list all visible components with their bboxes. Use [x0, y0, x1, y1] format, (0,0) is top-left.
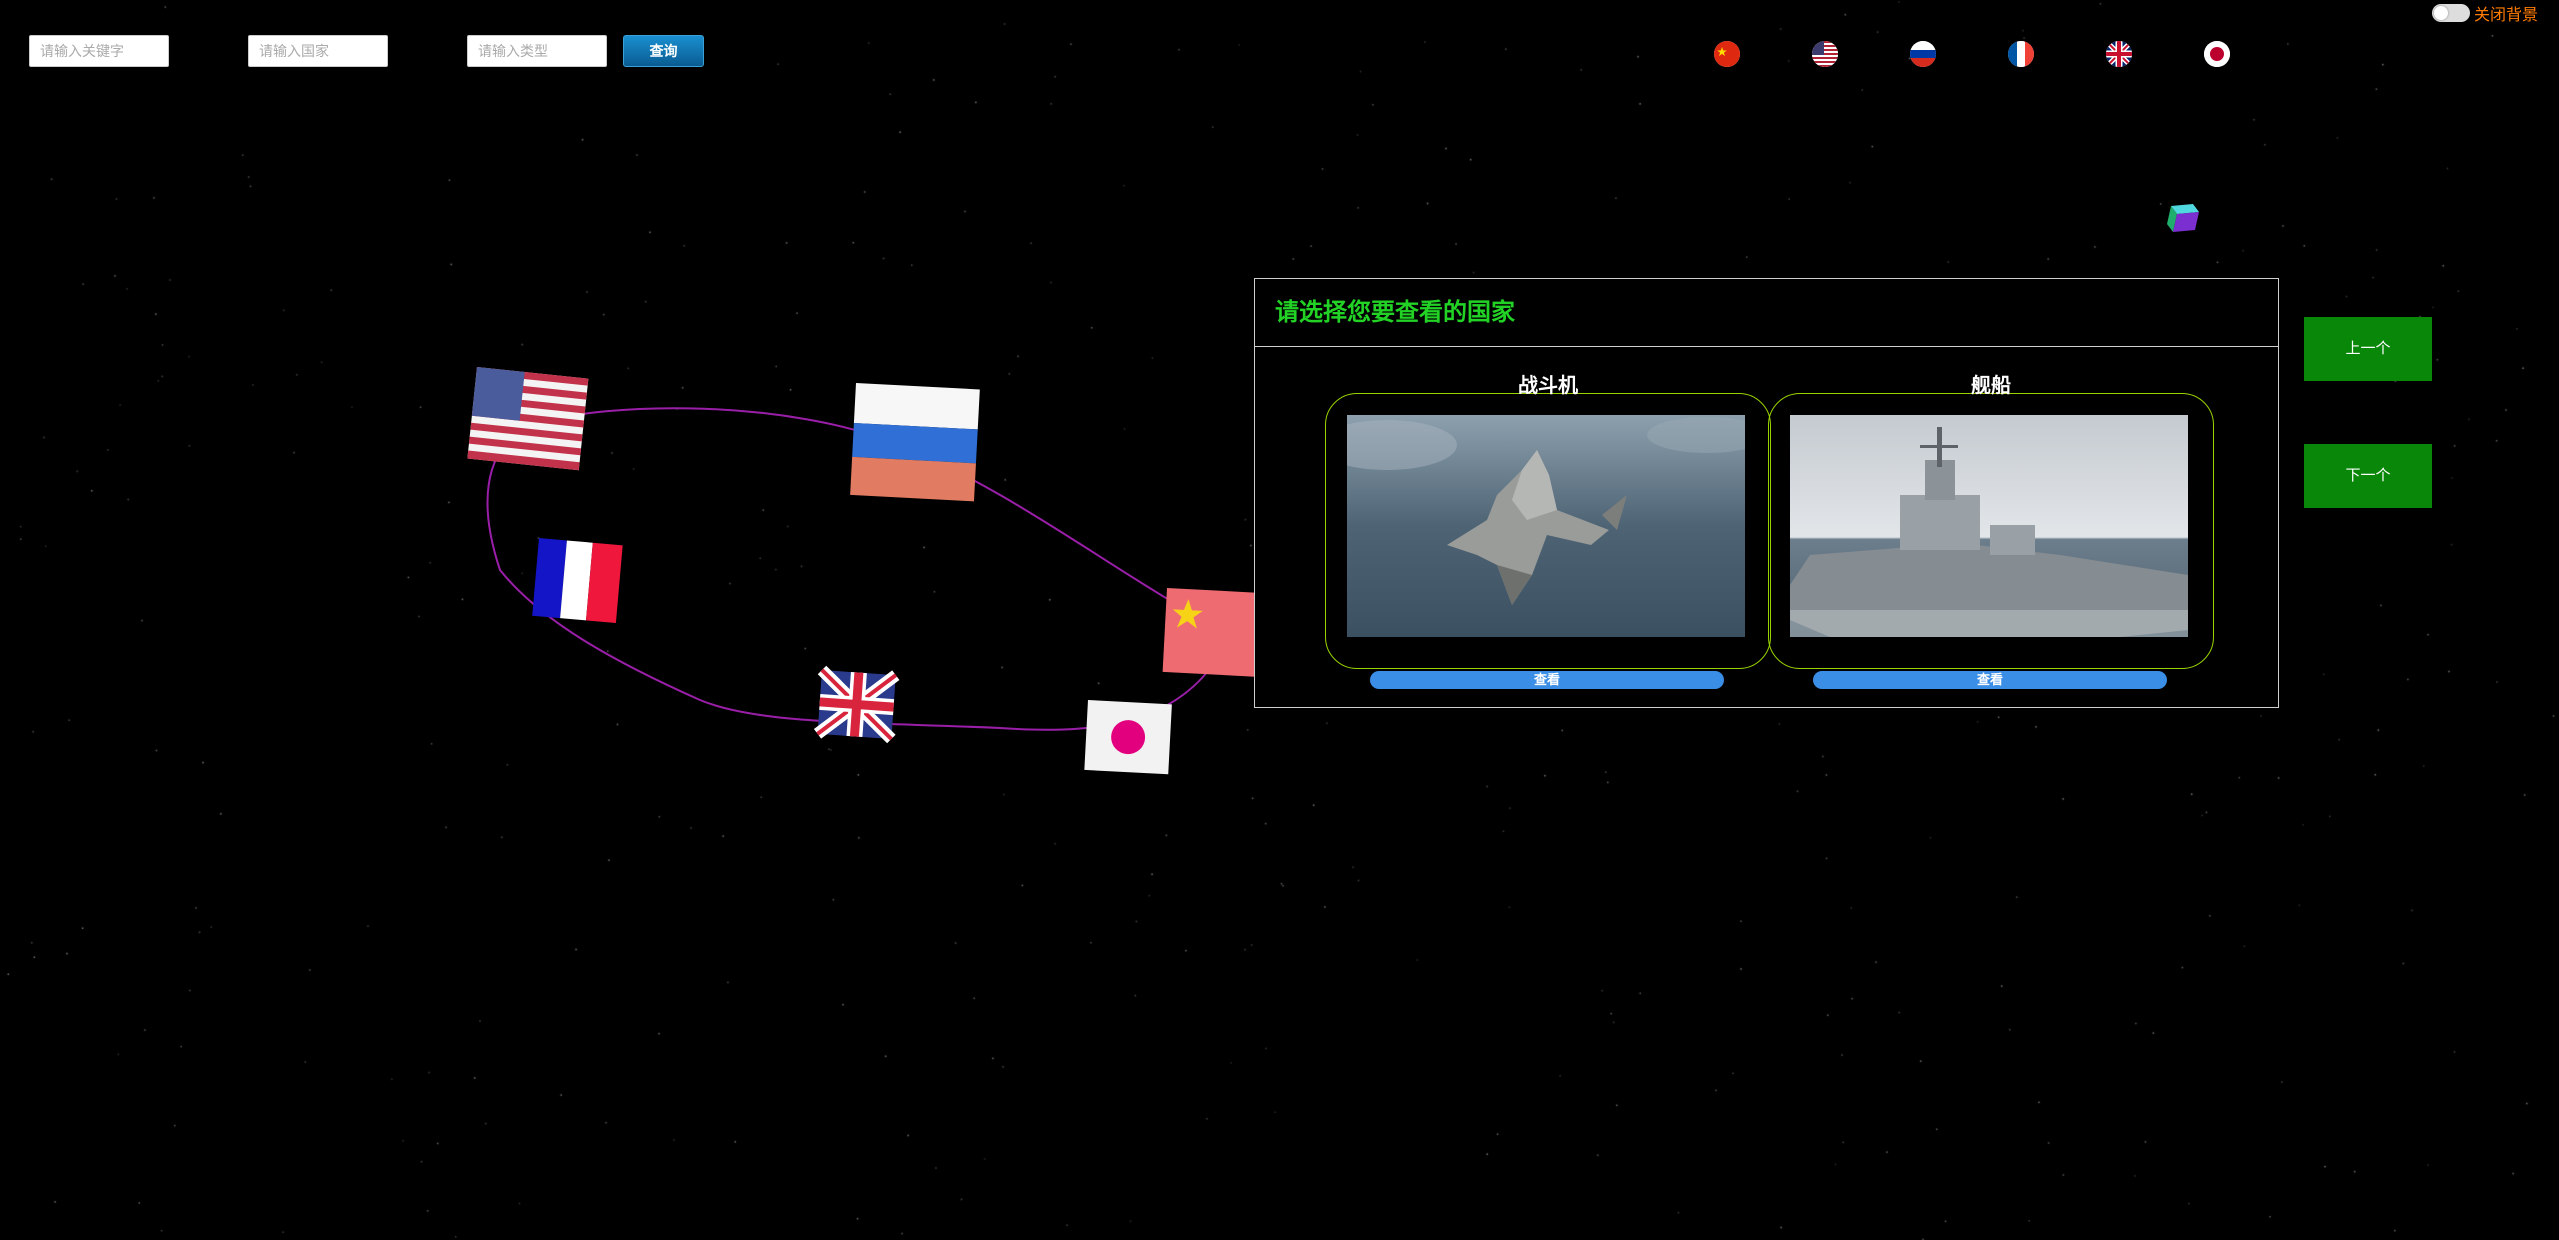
background-toggle[interactable]: 关闭背景 [2432, 3, 2539, 24]
orbit-flag-russia[interactable] [850, 383, 980, 502]
country-search-input[interactable] [248, 35, 388, 67]
prev-button[interactable]: 上一个 [2304, 317, 2432, 381]
warship-image[interactable] [1790, 415, 2188, 637]
fighter-jet-image[interactable] [1347, 415, 1745, 637]
card-title: 舰船 [1971, 375, 2011, 397]
query-button[interactable]: 查询 [623, 35, 704, 67]
toggle-label: 关闭背景 [2474, 7, 2539, 24]
japan-flag-icon[interactable] [2204, 41, 2230, 67]
keyword-search-input[interactable] [29, 35, 169, 67]
china-flag-icon[interactable] [1714, 41, 1740, 67]
orbit-flag-uk[interactable] [813, 665, 900, 744]
fighter-jet-card[interactable]: 战斗机 查看 [1325, 375, 1771, 689]
next-button[interactable]: 下一个 [2304, 444, 2432, 508]
toggle-knob [2434, 6, 2448, 20]
toggle-switch[interactable] [2432, 4, 2470, 22]
orbit-flag-france[interactable] [532, 538, 623, 624]
card-title: 战斗机 [1518, 375, 1578, 397]
flag-orbit-scene[interactable] [460, 330, 1290, 790]
uk-flag-icon[interactable] [2106, 41, 2132, 67]
country-panel: 请选择您要查看的国家 战斗机 查看 舰船 查看 [1254, 278, 2279, 708]
type-search-input[interactable] [467, 35, 607, 67]
panel-title: 请选择您要查看的国家 [1255, 279, 2278, 347]
orbit-flag-usa[interactable] [467, 367, 589, 471]
cube-icon[interactable] [2163, 202, 2203, 236]
view-fighter-button[interactable]: 查看 [1370, 671, 1724, 689]
warship-card[interactable]: 舰船 查看 [1768, 375, 2214, 689]
orbit-flag-japan[interactable] [1084, 700, 1172, 775]
france-flag-icon[interactable] [2008, 41, 2034, 67]
usa-flag-icon[interactable] [1812, 41, 1838, 67]
russia-flag-icon[interactable] [1910, 41, 1936, 67]
view-warship-button[interactable]: 查看 [1813, 671, 2167, 689]
